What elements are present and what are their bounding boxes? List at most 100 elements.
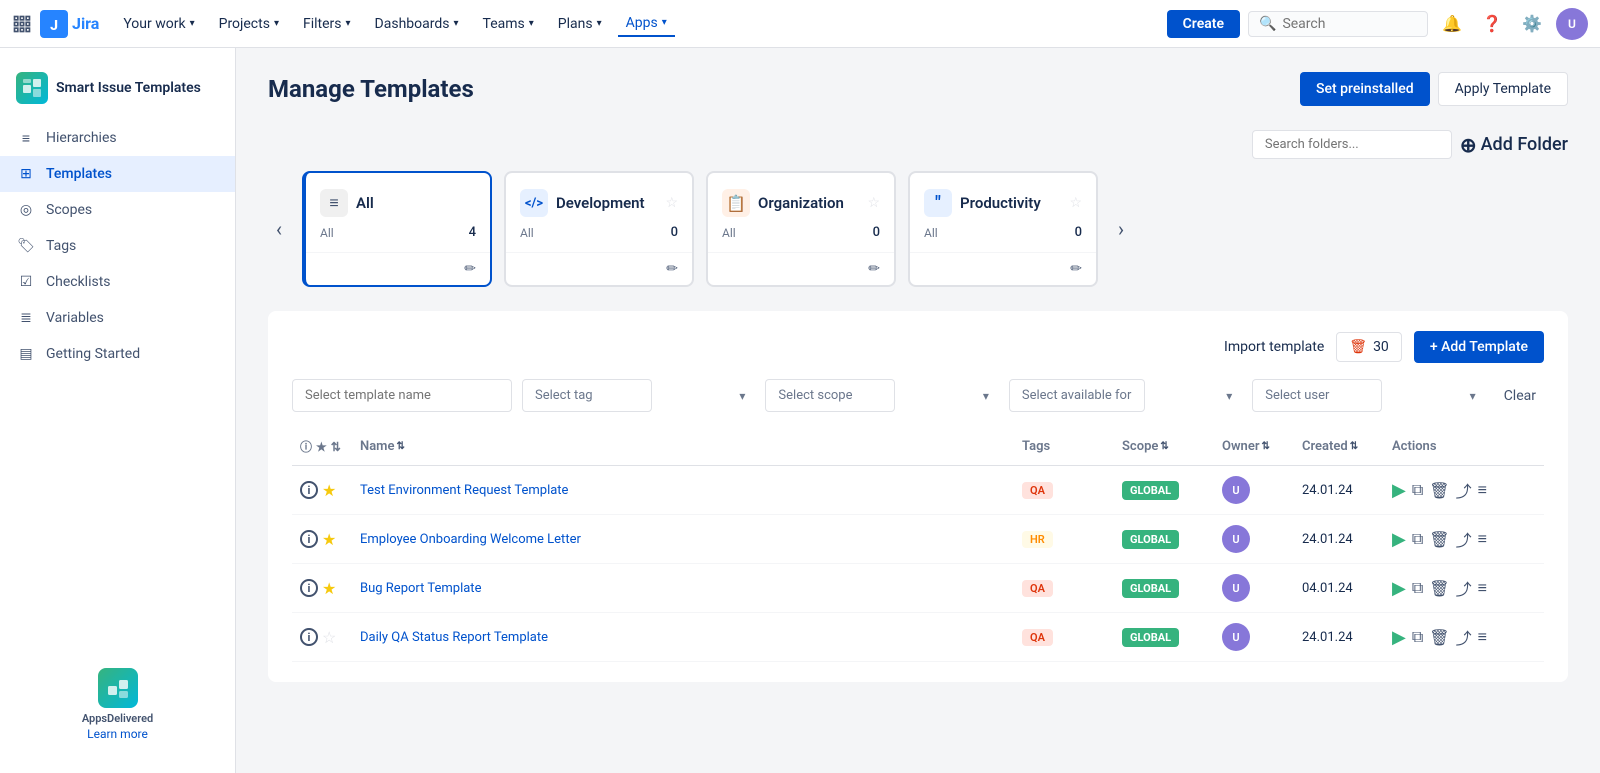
svg-text:J: J <box>50 18 58 34</box>
filter-tag-select[interactable]: Select tag <box>522 379 652 412</box>
search-folders-input[interactable] <box>1252 130 1452 159</box>
row-owner-3: U <box>1214 613 1294 662</box>
sidebar-item-scopes[interactable]: ◎ Scopes <box>0 192 235 228</box>
th-scope-sort[interactable]: Scope ⇅ <box>1122 439 1206 454</box>
row-delete-button-1[interactable]: 🗑 <box>1429 530 1449 549</box>
search-bar[interactable]: 🔍 <box>1248 11 1428 37</box>
th-created-sort[interactable]: Created ⇅ <box>1302 439 1376 454</box>
row-name-2: Bug Report Template <box>352 564 1014 613</box>
add-folder-button[interactable]: ⊕ Add Folder <box>1460 133 1568 157</box>
row-star-0[interactable]: ★ <box>322 481 336 500</box>
th-scope[interactable]: Scope ⇅ <box>1114 428 1214 466</box>
row-play-button-0[interactable]: ▶ <box>1392 480 1406 501</box>
nav-projects[interactable]: Projects ▾ <box>211 12 287 36</box>
folder-prod-edit-button[interactable]: ✏ <box>1070 261 1082 277</box>
page-title: Manage Templates <box>268 75 474 103</box>
sidebar-item-tags[interactable]: 🏷 Tags <box>0 228 235 264</box>
row-menu-button-0[interactable]: ≡ <box>1478 480 1487 500</box>
folder-organization[interactable]: 📋 Organization ☆ All 0 ✏ <box>706 171 896 287</box>
sidebar-item-getting-started[interactable]: ▤ Getting Started <box>0 336 235 372</box>
row-copy-button-3[interactable]: ⧉ <box>1412 627 1423 647</box>
jira-logo[interactable]: J Jira <box>40 10 99 38</box>
nav-dashboards[interactable]: Dashboards ▾ <box>367 12 467 36</box>
clear-filters-button[interactable]: Clear <box>1496 380 1544 412</box>
add-template-button[interactable]: + Add Template <box>1414 331 1544 363</box>
folder-org-star[interactable]: ☆ <box>867 195 880 211</box>
row-link-1[interactable]: Employee Onboarding Welcome Letter <box>360 532 581 547</box>
sidebar-item-variables[interactable]: ≣ Variables <box>0 300 235 336</box>
row-link-0[interactable]: Test Environment Request Template <box>360 483 568 498</box>
search-input[interactable] <box>1282 16 1402 32</box>
row-share-button-0[interactable]: ⤴ <box>1456 478 1472 502</box>
th-created[interactable]: Created ⇅ <box>1294 428 1384 466</box>
row-delete-button-2[interactable]: 🗑 <box>1429 579 1449 598</box>
add-folder-plus-icon: ⊕ <box>1460 133 1477 157</box>
folder-prev-button[interactable]: ‹ <box>268 209 290 249</box>
learn-more-link[interactable]: Learn more <box>87 727 148 741</box>
row-link-3[interactable]: Daily QA Status Report Template <box>360 630 548 645</box>
folder-productivity[interactable]: " Productivity ☆ All 0 ✏ <box>908 171 1098 287</box>
apply-template-button[interactable]: Apply Template <box>1438 72 1568 106</box>
folder-org-count-row: All 0 <box>722 217 880 240</box>
filter-scope-select[interactable]: Select scope <box>765 379 895 412</box>
sidebar-item-label-templates: Templates <box>46 166 112 182</box>
folder-org-edit-button[interactable]: ✏ <box>868 261 880 277</box>
settings-button[interactable]: ⚙️ <box>1516 8 1548 40</box>
delete-count-button[interactable]: 🗑 30 <box>1336 332 1402 362</box>
row-menu-button-2[interactable]: ≡ <box>1478 578 1487 598</box>
filter-available-select[interactable]: Select available for <box>1009 379 1145 412</box>
row-play-button-1[interactable]: ▶ <box>1392 529 1406 550</box>
row-scope-badge-2: GLOBAL <box>1122 579 1179 598</box>
row-menu-button-3[interactable]: ≡ <box>1478 627 1487 647</box>
filter-user-select[interactable]: Select user <box>1252 379 1382 412</box>
th-name[interactable]: Name ⇅ <box>352 428 1014 466</box>
import-template-button[interactable]: Import template <box>1224 339 1324 355</box>
row-scope-1: GLOBAL <box>1114 515 1214 564</box>
nav-plans[interactable]: Plans ▾ <box>550 12 610 36</box>
sidebar-item-templates[interactable]: ⊞ Templates <box>0 156 235 192</box>
th-name-sort-icon: ⇅ <box>396 441 404 452</box>
row-menu-button-1[interactable]: ≡ <box>1478 529 1487 549</box>
row-delete-button-0[interactable]: 🗑 <box>1429 481 1449 500</box>
notifications-button[interactable]: 🔔 <box>1436 8 1468 40</box>
row-play-button-2[interactable]: ▶ <box>1392 578 1406 599</box>
checklists-icon: ☑ <box>16 272 36 292</box>
nav-teams[interactable]: Teams ▾ <box>475 12 542 36</box>
row-star-2[interactable]: ★ <box>322 579 336 598</box>
row-play-button-3[interactable]: ▶ <box>1392 627 1406 648</box>
row-copy-button-0[interactable]: ⧉ <box>1412 480 1423 500</box>
folder-prod-count-row: All 0 <box>924 217 1082 240</box>
nav-your-work[interactable]: Your work ▾ <box>115 12 202 36</box>
folder-development[interactable]: </> Development ☆ All 0 ✏ <box>504 171 694 287</box>
row-star-1[interactable]: ★ <box>322 530 336 549</box>
folder-all[interactable]: ≡ All All 4 ✏ <box>302 171 492 287</box>
create-button[interactable]: Create <box>1167 10 1240 38</box>
set-preinstalled-button[interactable]: Set preinstalled <box>1300 72 1430 106</box>
row-copy-button-1[interactable]: ⧉ <box>1412 529 1423 549</box>
row-share-button-3[interactable]: ⤴ <box>1456 625 1472 649</box>
help-button[interactable]: ❓ <box>1476 8 1508 40</box>
row-scope-0: GLOBAL <box>1114 466 1214 515</box>
row-link-2[interactable]: Bug Report Template <box>360 581 481 596</box>
topnav: J Jira Your work ▾ Projects ▾ Filters ▾ … <box>0 0 1600 48</box>
nav-apps[interactable]: Apps ▾ <box>618 11 675 37</box>
folder-prod-star[interactable]: ☆ <box>1069 195 1082 211</box>
grid-icon[interactable] <box>12 14 32 34</box>
row-copy-button-2[interactable]: ⧉ <box>1412 578 1423 598</box>
folder-dev-edit-button[interactable]: ✏ <box>666 261 678 277</box>
row-share-button-1[interactable]: ⤴ <box>1456 527 1472 551</box>
row-delete-button-3[interactable]: 🗑 <box>1429 628 1449 647</box>
filter-template-name[interactable] <box>292 379 512 412</box>
th-owner[interactable]: Owner ⇅ <box>1214 428 1294 466</box>
folder-all-edit-button[interactable]: ✏ <box>464 261 476 277</box>
folder-dev-star[interactable]: ☆ <box>665 195 678 211</box>
th-name-sort[interactable]: Name ⇅ <box>360 439 1006 454</box>
nav-filters[interactable]: Filters ▾ <box>295 12 359 36</box>
row-share-button-2[interactable]: ⤴ <box>1456 576 1472 600</box>
th-owner-sort[interactable]: Owner ⇅ <box>1222 439 1286 454</box>
row-star-3[interactable]: ☆ <box>322 628 336 647</box>
sidebar-item-checklists[interactable]: ☑ Checklists <box>0 264 235 300</box>
sidebar-item-hierarchies[interactable]: ≡ Hierarchies <box>0 120 235 156</box>
user-avatar[interactable]: U <box>1556 8 1588 40</box>
folder-next-button[interactable]: › <box>1110 209 1132 249</box>
